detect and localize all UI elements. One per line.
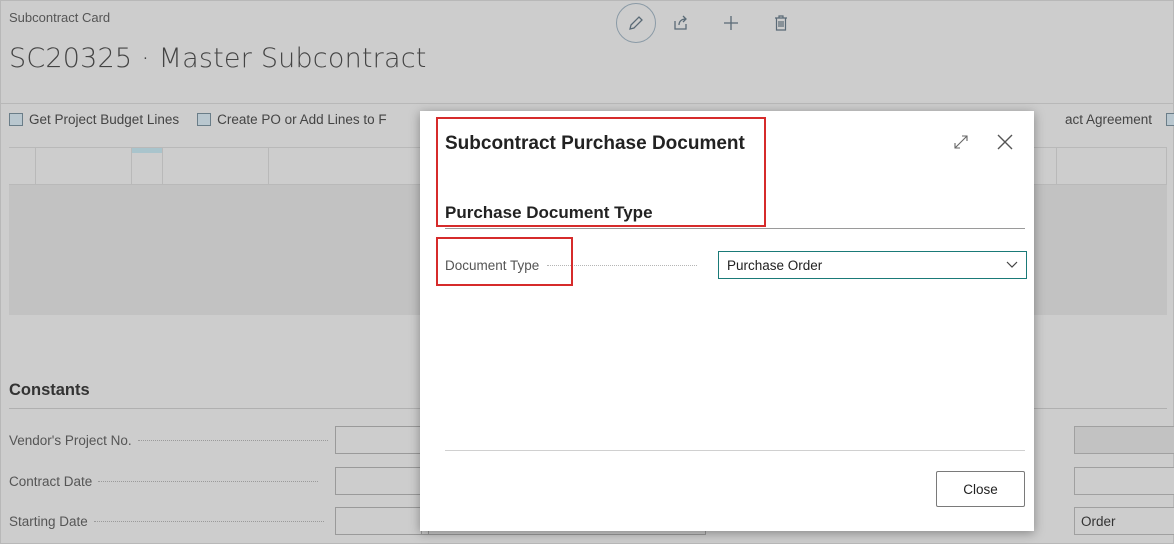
grid-column	[1056, 148, 1057, 186]
grid-column	[35, 148, 36, 186]
starting-date-label: Starting Date	[9, 513, 88, 529]
edit-button[interactable]	[616, 3, 656, 43]
contract-agreement-icon	[1166, 113, 1174, 126]
subcontract-purchase-document-dialog: Subcontract Purchase Document Purchase D…	[420, 111, 1034, 531]
close-button[interactable]: Close	[936, 471, 1025, 507]
grid-column	[162, 148, 163, 186]
top-actions	[616, 3, 806, 43]
plus-icon	[724, 16, 738, 30]
page-title: SC20325 · Master Subcontract	[9, 43, 427, 74]
right-field-1[interactable]	[1074, 426, 1174, 454]
dotted-leader	[137, 439, 328, 441]
chevron-down-icon	[1006, 261, 1018, 268]
dotted-leader	[93, 520, 324, 522]
contract-agreement-label: act Agreement	[1065, 112, 1153, 127]
create-po-label: Create PO or Add Lines to F	[217, 112, 387, 127]
share-button[interactable]	[656, 5, 706, 41]
document-type-label: Document Type	[445, 257, 540, 273]
right-field-order[interactable]: Order	[1074, 507, 1174, 535]
contract-agreement-button[interactable]: act Agreement	[1057, 112, 1174, 127]
document-type-row: Document Type Purchase Order	[445, 251, 1027, 279]
breadcrumb[interactable]: Subcontract Card	[9, 10, 110, 25]
share-icon	[674, 15, 687, 30]
starting-date-field[interactable]	[335, 507, 429, 535]
vendors-project-no-field[interactable]	[335, 426, 429, 454]
grid-column	[1166, 148, 1167, 186]
create-po-button[interactable]: Create PO or Add Lines to F	[189, 112, 395, 127]
delete-button[interactable]	[756, 5, 806, 41]
grid-column	[268, 148, 269, 186]
grid-column	[131, 148, 132, 186]
close-dialog-button[interactable]	[994, 131, 1016, 153]
purchase-document-type-group-title[interactable]: Purchase Document Type	[445, 203, 653, 223]
vendors-project-no-label: Vendor's Project No.	[9, 432, 132, 448]
column-marker	[131, 148, 162, 153]
new-button[interactable]	[706, 5, 756, 41]
trash-icon	[775, 15, 787, 31]
create-po-icon	[197, 113, 212, 126]
starting-date-row: Starting Date	[9, 507, 429, 535]
vendors-project-no-row: Vendor's Project No.	[9, 426, 429, 454]
footer-divider	[445, 450, 1025, 451]
budget-lines-icon	[9, 113, 23, 126]
expand-icon	[954, 135, 968, 149]
contract-date-field[interactable]	[335, 467, 429, 495]
expand-button[interactable]	[950, 131, 972, 153]
document-type-value: Purchase Order	[727, 257, 823, 273]
close-icon	[997, 134, 1013, 150]
right-field-2[interactable]	[1074, 467, 1174, 495]
dialog-window-controls	[950, 131, 1016, 153]
dialog-title: Subcontract Purchase Document	[445, 133, 745, 154]
dotted-leader	[98, 480, 319, 482]
get-project-budget-lines-label: Get Project Budget Lines	[29, 112, 180, 127]
contract-date-label: Contract Date	[9, 473, 93, 489]
pencil-icon	[629, 16, 643, 30]
get-project-budget-lines-button[interactable]: Get Project Budget Lines	[1, 112, 187, 127]
group-divider	[445, 228, 1025, 229]
document-type-select[interactable]: Purchase Order	[718, 251, 1027, 279]
contract-date-row: Contract Date	[9, 467, 429, 495]
constants-section-title[interactable]: Constants	[9, 381, 90, 400]
dotted-leader	[547, 264, 698, 266]
